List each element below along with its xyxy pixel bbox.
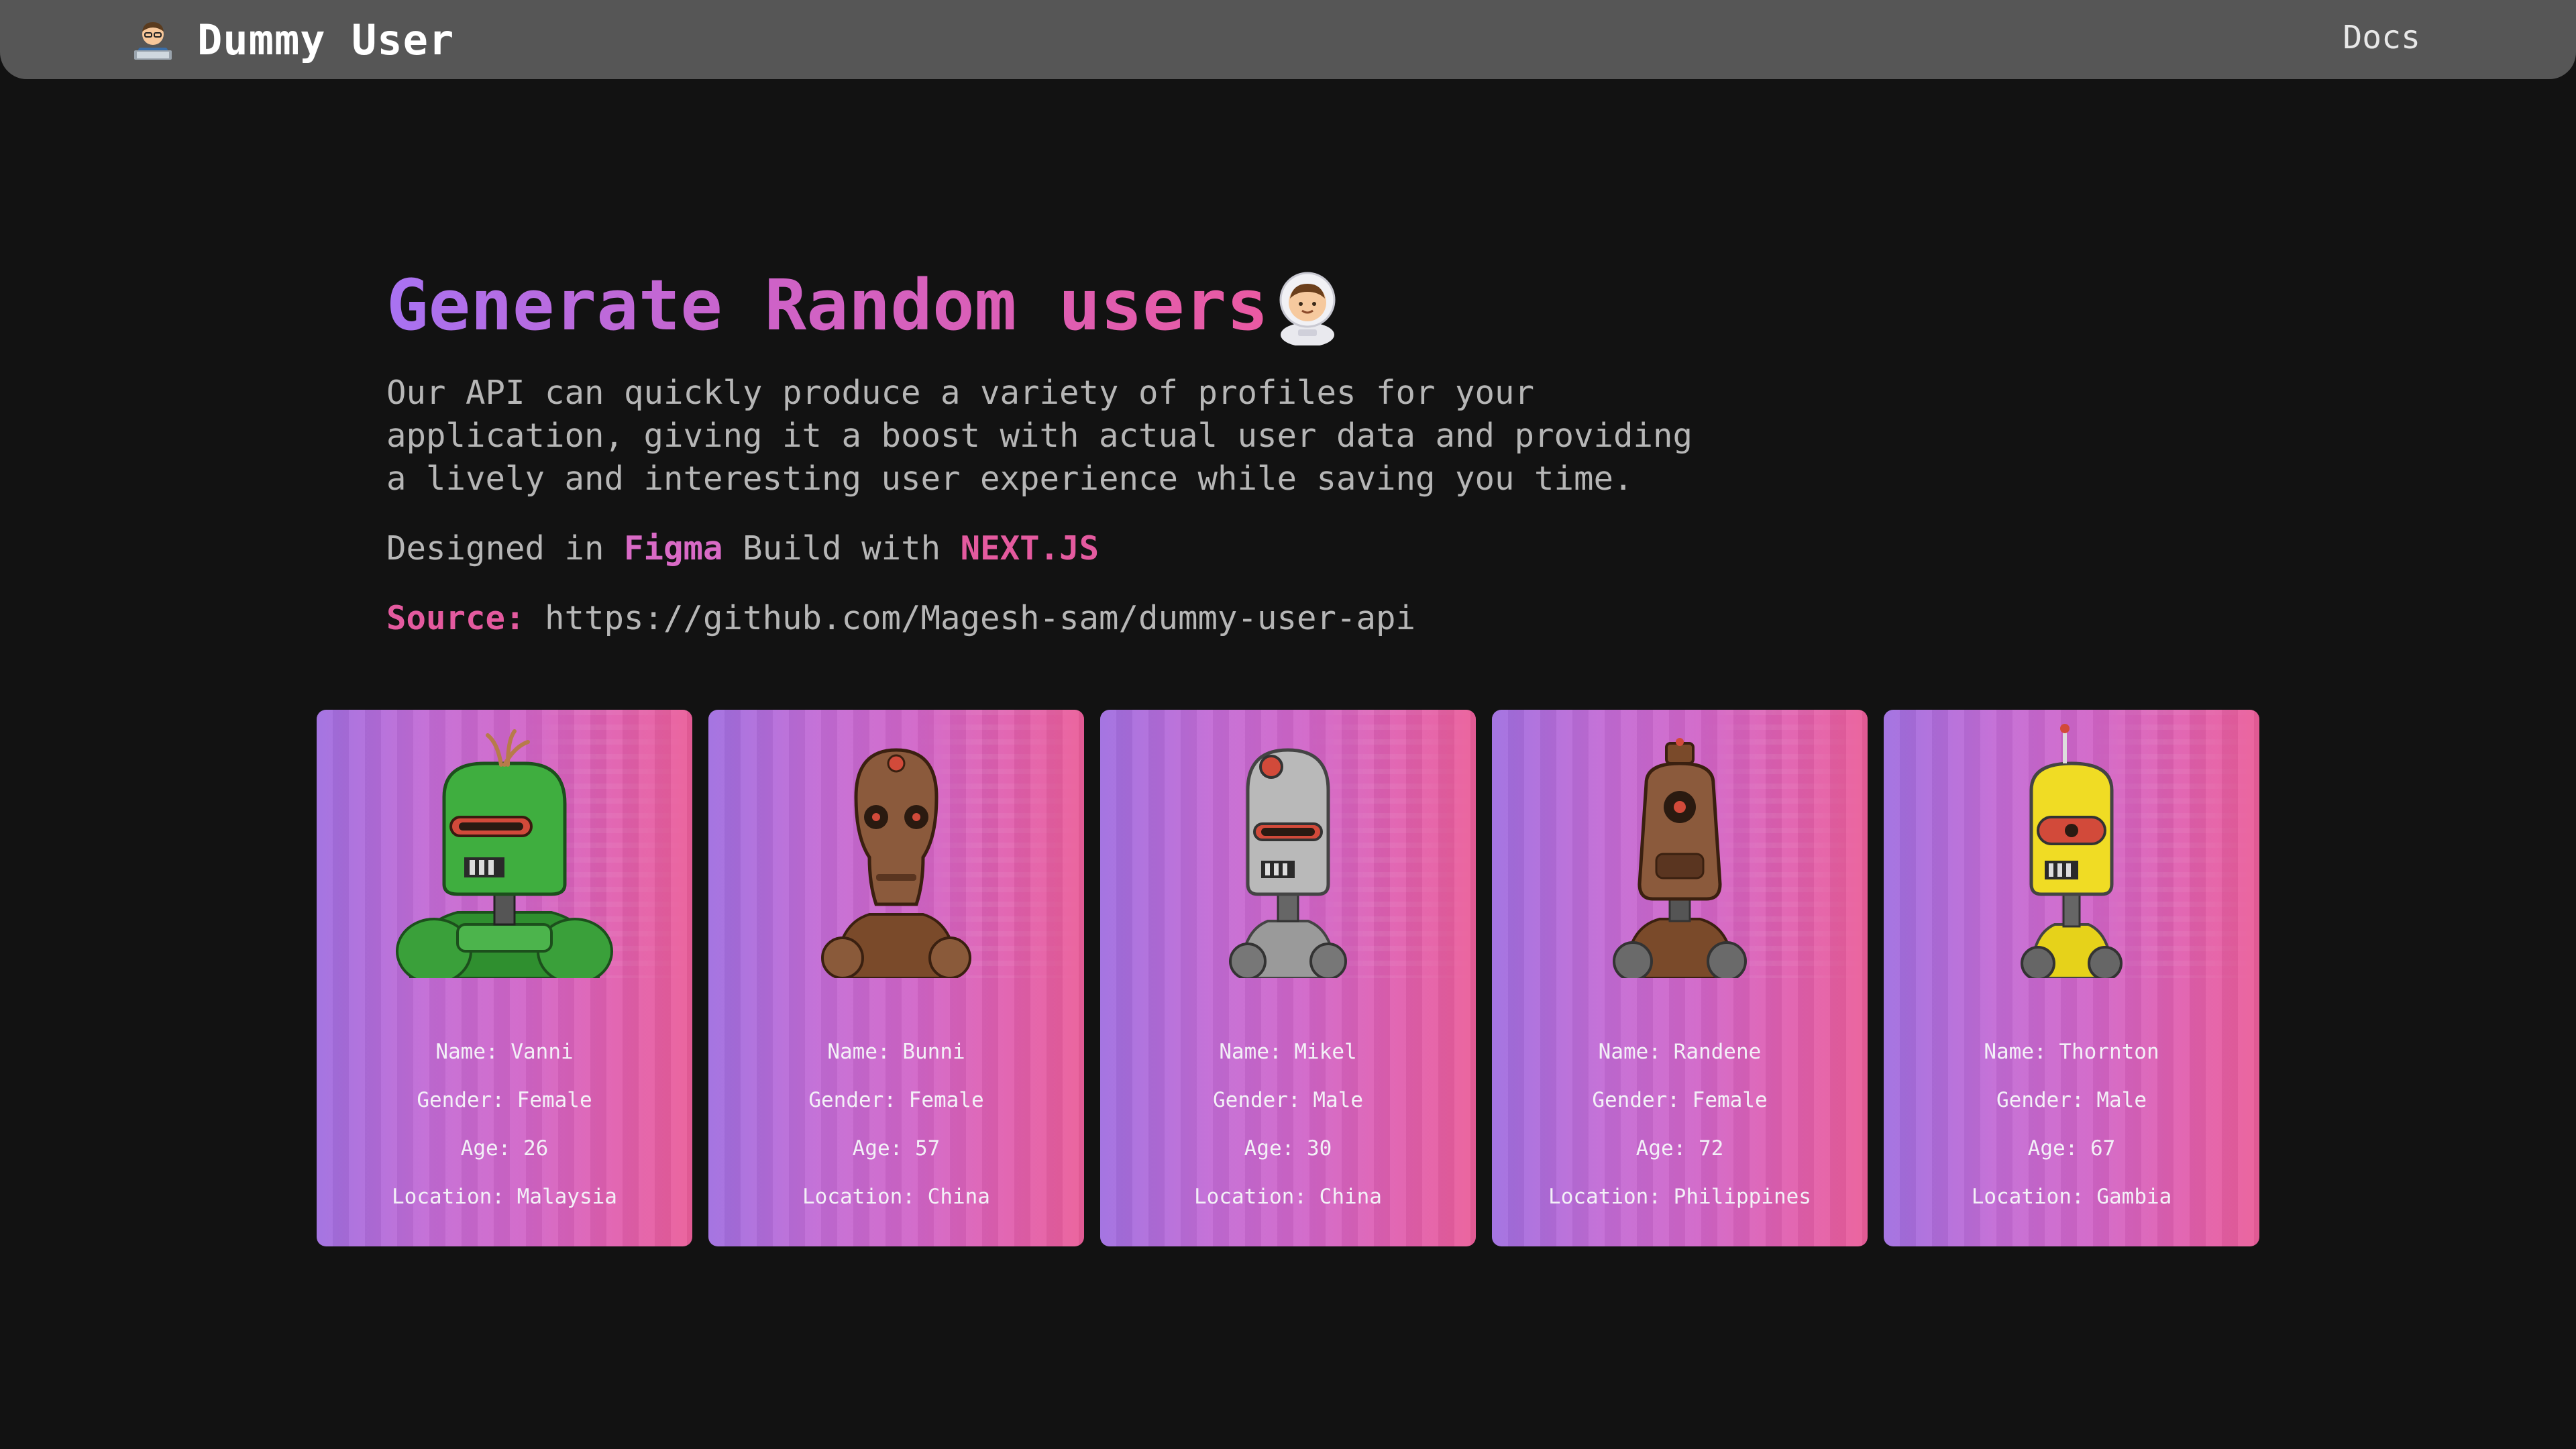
user-age: Age: 30 (1244, 1136, 1332, 1161)
user-gender: Gender: Female (417, 1088, 592, 1112)
user-location: Location: Gambia (1971, 1185, 2172, 1209)
tech-credits: Designed in Figma Build with NEXT.JS (386, 527, 1795, 570)
hero-description: Our API can quickly produce a variety of… (386, 374, 1693, 498)
user-card: Name: Vanni Gender: Female Age: 26 Locat… (317, 710, 692, 1246)
user-gender: Gender: Female (1592, 1088, 1768, 1112)
user-card: Name: Mikel Gender: Male Age: 30 Locatio… (1100, 710, 1476, 1246)
user-name: Name: Bunni (827, 1040, 965, 1064)
user-location: Location: China (802, 1185, 990, 1209)
robot-avatar-brown (1613, 738, 1747, 978)
user-gender: Gender: Male (1213, 1088, 1363, 1112)
brand-name: Dummy User (197, 15, 455, 64)
figma-text: Figma (624, 529, 723, 568)
robot-avatar-gray (1229, 748, 1347, 978)
user-name: Name: Thornton (1984, 1040, 2159, 1064)
source-label: Source: (386, 599, 525, 637)
user-age: Age: 72 (1635, 1136, 1724, 1161)
user-card: Name: Randene Gender: Female Age: 72 Loc… (1492, 710, 1868, 1246)
navbar: Dummy User Docs (0, 0, 2576, 79)
user-location: Location: Malaysia (392, 1185, 617, 1209)
user-card: Name: Thornton Gender: Male Age: 67 Loca… (1884, 710, 2259, 1246)
user-cards: Name: Vanni Gender: Female Age: 26 Locat… (317, 710, 2259, 1246)
user-name: Name: Vanni (435, 1040, 574, 1064)
user-info: Name: Bunni Gender: Female Age: 57 Locat… (708, 1028, 1084, 1221)
user-name: Name: Mikel (1219, 1040, 1357, 1064)
user-gender: Gender: Female (808, 1088, 984, 1112)
hero-title-text: Generate Random users (386, 264, 1269, 346)
user-location: Location: Philippines (1548, 1185, 1811, 1209)
hero-section: Generate Random users Our API can quickl… (386, 255, 1795, 640)
user-name: Name: Randene (1598, 1040, 1762, 1064)
brand[interactable]: Dummy User (129, 15, 454, 64)
user-info: Name: Randene Gender: Female Age: 72 Loc… (1492, 1028, 1868, 1221)
technologist-emoji-icon (129, 15, 177, 64)
user-age: Age: 67 (2027, 1136, 2116, 1161)
user-age: Age: 26 (460, 1136, 549, 1161)
user-info: Name: Thornton Gender: Male Age: 67 Loca… (1884, 1028, 2259, 1221)
source-line: Source: https://github.com/Magesh-sam/du… (386, 597, 1795, 640)
user-gender: Gender: Male (1996, 1088, 2147, 1112)
user-card: Name: Bunni Gender: Female Age: 57 Locat… (708, 710, 1084, 1246)
robot-avatar-brown (821, 748, 971, 978)
user-age: Age: 57 (852, 1136, 941, 1161)
user-location: Location: China (1194, 1185, 1382, 1209)
user-info: Name: Mikel Gender: Male Age: 30 Locatio… (1100, 1028, 1476, 1221)
designed-prefix: Designed in (386, 529, 604, 568)
robot-avatar-green (396, 729, 613, 978)
source-url[interactable]: https://github.com/Magesh-sam/dummy-user… (545, 599, 1415, 637)
user-info: Name: Vanni Gender: Female Age: 26 Locat… (317, 1028, 692, 1221)
hero-title: Generate Random users (386, 255, 1795, 356)
robot-avatar-yellow (2021, 724, 2123, 978)
build-prefix: Build with (743, 529, 941, 568)
astronaut-emoji-icon (1271, 265, 1344, 347)
nextjs-text: NEXT.JS (960, 529, 1099, 568)
docs-link[interactable]: Docs (2343, 19, 2420, 56)
